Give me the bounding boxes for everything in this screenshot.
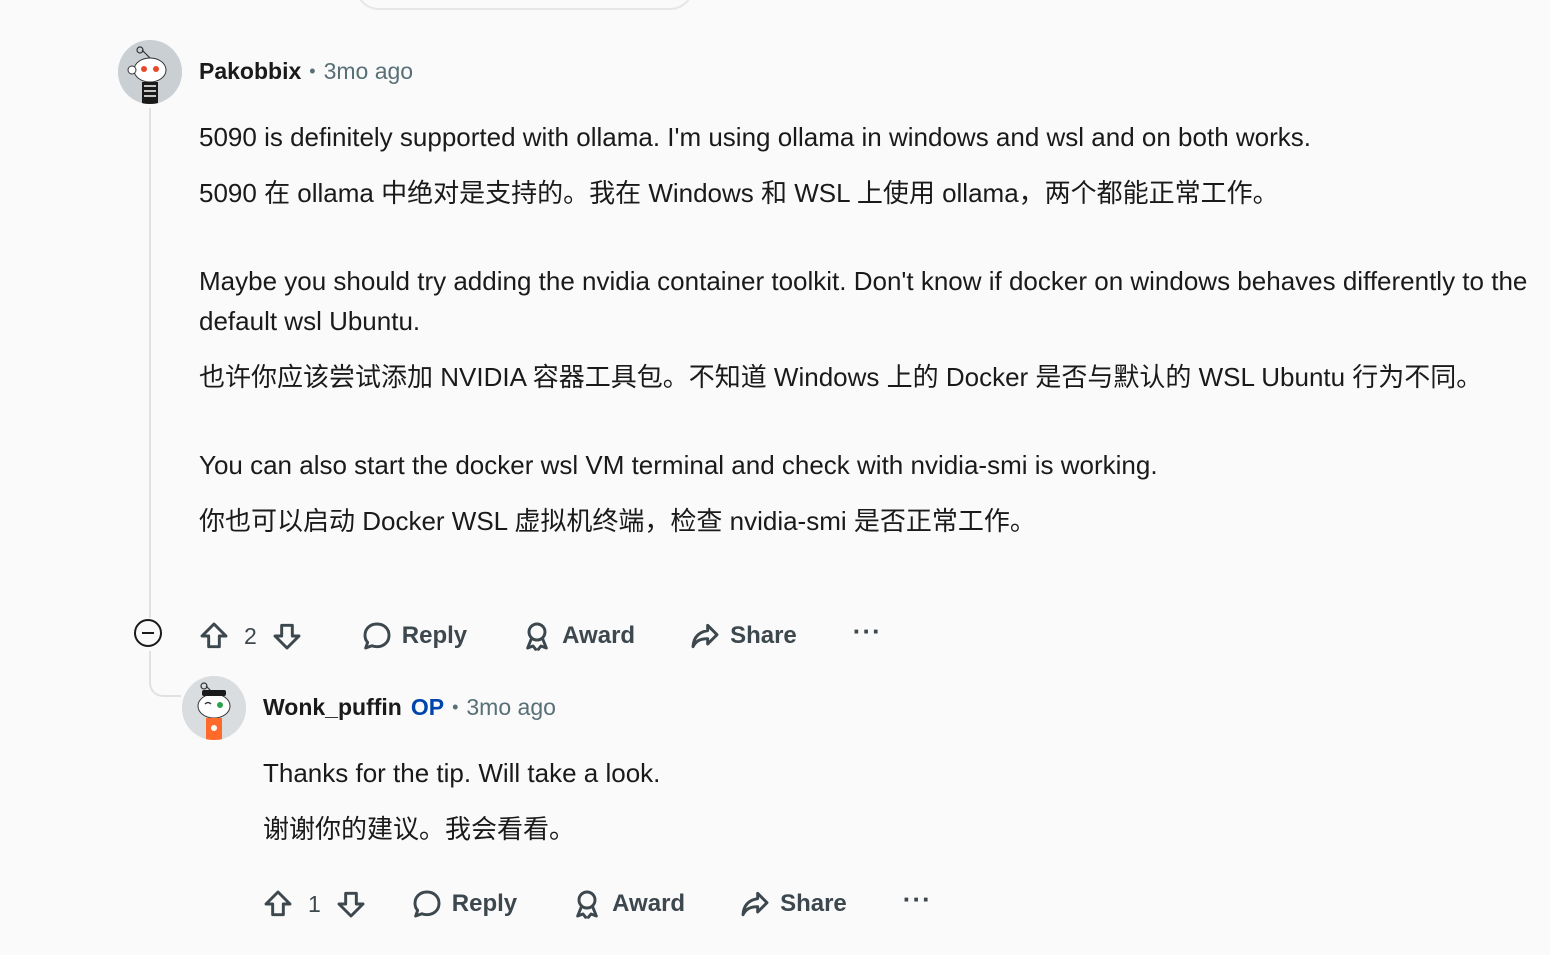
comment-paragraph: 谢谢你的建议。我会看看。 — [263, 814, 576, 844]
share-button[interactable]: Share — [739, 888, 847, 920]
upvote-button[interactable] — [262, 888, 294, 920]
comment-action-bar: 2 Reply Award Share ··· — [198, 616, 882, 656]
thread-line[interactable] — [149, 108, 151, 618]
comment-meta: Wonk_puffin OP • 3mo ago — [263, 694, 556, 721]
avatar[interactable] — [118, 40, 182, 104]
more-options-button[interactable]: ··· — [853, 616, 882, 647]
timestamp[interactable]: 3mo ago — [324, 58, 414, 85]
arrow-up-icon — [264, 890, 292, 917]
downvote-button[interactable] — [335, 888, 367, 920]
downvote-button[interactable] — [271, 620, 303, 652]
vote-count: 1 — [308, 890, 321, 917]
share-button[interactable]: Share — [689, 620, 797, 652]
award-button[interactable]: Award — [571, 888, 685, 920]
comment-thread: Pakobbix • 3mo ago 5090 is definitely su… — [0, 0, 1550, 955]
username[interactable]: Wonk_puffin — [263, 694, 402, 721]
arrow-up-icon — [200, 622, 228, 649]
comment-paragraph: Thanks for the tip. Will take a look. — [263, 758, 661, 788]
comment-paragraph: 5090 在 ollama 中绝对是支持的。我在 Windows 和 WSL 上… — [199, 178, 1279, 208]
upvote-button[interactable] — [198, 620, 230, 652]
award-ribbon-icon — [526, 622, 548, 651]
comment-paragraph: You can also start the docker wsl VM ter… — [199, 450, 1158, 480]
reply-label: Reply — [451, 890, 518, 917]
award-ribbon-icon — [576, 890, 598, 919]
more-options-button[interactable]: ··· — [903, 884, 932, 915]
arrow-down-icon — [273, 623, 301, 650]
award-label: Award — [562, 622, 636, 649]
comment-body: 5090 is definitely supported with ollama… — [199, 117, 1529, 541]
collapse-thread-button[interactable] — [134, 619, 162, 647]
thread-connector — [149, 651, 181, 697]
arrow-down-icon — [337, 891, 365, 918]
comment-paragraph: 也许你应该尝试添加 NVIDIA 容器工具包。不知道 Windows 上的 Do… — [199, 362, 1483, 392]
snoo-avatar-icon — [182, 676, 246, 740]
snoo-avatar-icon — [118, 40, 182, 104]
reply-button[interactable]: Reply — [361, 620, 467, 652]
comment-paragraph: 5090 is definitely supported with ollama… — [199, 122, 1311, 152]
share-label: Share — [730, 622, 797, 649]
share-arrow-icon — [691, 623, 719, 649]
comment-meta: Pakobbix • 3mo ago — [199, 58, 413, 85]
speech-bubble-icon — [413, 890, 441, 918]
reply-button[interactable]: Reply — [411, 888, 517, 920]
previous-action-pill — [355, 0, 694, 10]
reply-label: Reply — [401, 622, 468, 649]
meta-separator: • — [452, 697, 459, 717]
meta-separator: • — [309, 61, 316, 81]
comment-action-bar: 1 Reply Award Share ··· — [262, 884, 932, 924]
timestamp[interactable]: 3mo ago — [466, 694, 556, 721]
comment-paragraph: 你也可以启动 Docker WSL 虚拟机终端，检查 nvidia-smi 是否… — [199, 506, 1036, 536]
vote-count: 2 — [244, 622, 257, 649]
username[interactable]: Pakobbix — [199, 58, 301, 85]
speech-bubble-icon — [363, 622, 391, 650]
share-arrow-icon — [741, 891, 769, 917]
award-button[interactable]: Award — [521, 620, 635, 652]
op-badge: OP — [410, 694, 445, 720]
share-label: Share — [780, 890, 847, 917]
award-label: Award — [612, 890, 686, 917]
comment-body: Thanks for the tip. Will take a look. 谢谢… — [263, 753, 1463, 849]
avatar[interactable] — [182, 676, 246, 740]
comment-paragraph: Maybe you should try adding the nvidia c… — [199, 266, 1528, 336]
